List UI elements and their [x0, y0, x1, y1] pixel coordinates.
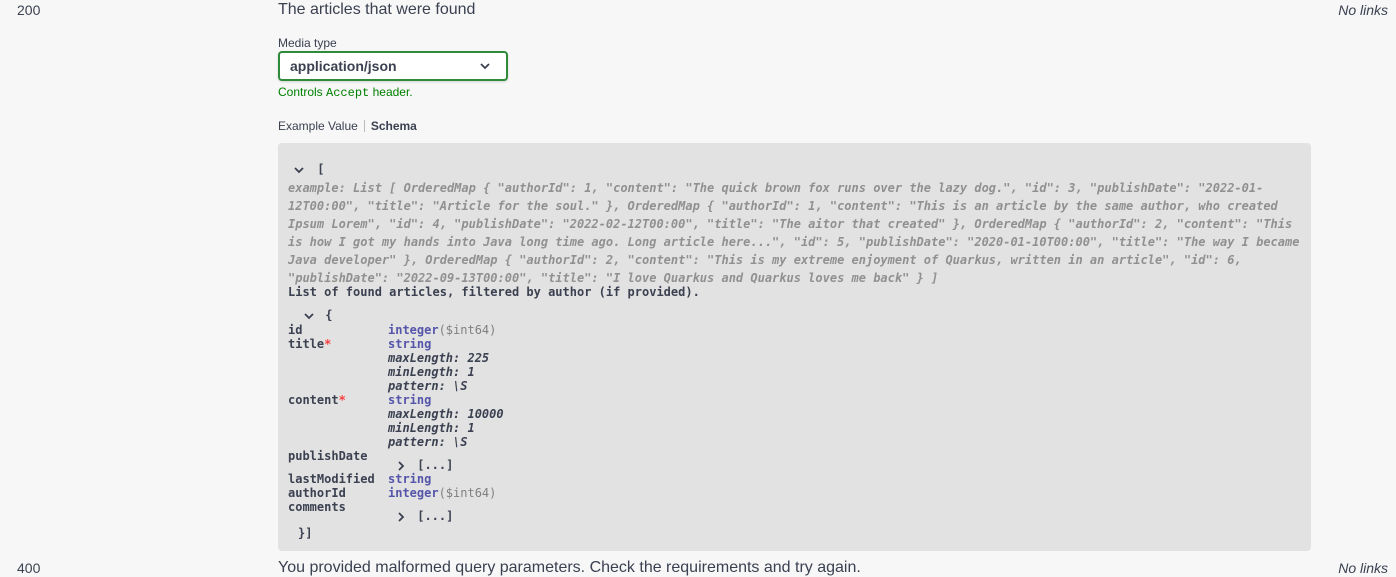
tab-schema[interactable]: Schema [371, 119, 417, 133]
constraint-maxlength: maxLength: 225 [388, 351, 490, 365]
media-type-value: application/json [290, 58, 397, 74]
constraint-maxlength: maxLength: 10000 [388, 407, 504, 421]
schema-example: example: List [ OrderedMap { "authorId":… [288, 179, 1303, 287]
chevron-right-icon [398, 511, 405, 522]
response-description-200: The articles that were found [278, 1, 476, 18]
controls-suffix: header. [372, 85, 413, 99]
property-title: title* [288, 337, 331, 351]
property-content: content* [288, 393, 346, 407]
type-label: integer [388, 323, 439, 337]
property-type-title: string [388, 337, 432, 351]
property-type-id: integer($int64) [388, 323, 496, 337]
type-format: ($int64) [438, 486, 497, 500]
response-code-400: 400 [17, 560, 41, 576]
required-mark: * [338, 393, 346, 407]
example-line: example: List [ OrderedMap { "authorId":… [288, 181, 1264, 195]
constraint-pattern: pattern: \S [388, 435, 468, 449]
example-line: 12T00:00", "title": "Article for the sou… [288, 199, 1278, 213]
chevron-down-icon [480, 63, 490, 70]
property-name-authorid: authorId [288, 486, 346, 500]
accept-header-code: Accept [326, 86, 370, 100]
response-links-200: No links [1338, 2, 1388, 18]
collapsed-placeholder: [...] [417, 458, 454, 472]
type-label: integer [388, 486, 439, 500]
property-name-comments: comments [288, 500, 346, 514]
publishdate-expand-toggle[interactable]: [...] [396, 458, 453, 472]
controls-prefix: Controls [278, 85, 323, 99]
property-name-publishdate: publishDate [288, 449, 368, 463]
media-type-select[interactable]: application/json [278, 51, 508, 81]
example-schema-tabs: Example Value Schema [278, 119, 417, 133]
property-type-content: string [388, 393, 432, 407]
example-line: Java developer" }, OrderedMap { "authorI… [288, 253, 1242, 267]
property-name-title: title [288, 337, 325, 351]
chevron-down-icon [304, 312, 314, 319]
property-type-lastmodified: string [388, 472, 432, 486]
array-open-bracket: [ [317, 162, 325, 176]
example-line: is how I got my hands into Java long tim… [288, 235, 1300, 249]
chevron-down-icon [294, 166, 304, 173]
tab-example-value[interactable]: Example Value [278, 119, 358, 133]
schema-model-box: [ example: List [ OrderedMap { "authorId… [278, 143, 1311, 551]
response-links-400: No links [1338, 560, 1388, 576]
property-name-content: content [288, 393, 339, 407]
example-line: Ipsum Lorem", "id": 4, "publishDate": "2… [288, 217, 1293, 231]
required-mark: * [324, 337, 332, 351]
array-toggle[interactable]: [ [294, 162, 324, 176]
response-code-200: 200 [17, 2, 41, 18]
property-name-lastmodified: lastModified [288, 472, 375, 486]
chevron-right-icon [398, 460, 405, 471]
response-description-400: You provided malformed query parameters.… [278, 559, 861, 576]
property-name-id: id [288, 323, 303, 337]
property-type-authorid: integer($int64) [388, 486, 496, 500]
constraint-minlength: minLength: 1 [388, 365, 475, 379]
collapsed-placeholder: [...] [417, 509, 454, 523]
object-array-close: }] [298, 526, 313, 540]
constraint-pattern: pattern: \S [388, 379, 468, 393]
object-open-brace: { [325, 308, 333, 322]
tab-divider [363, 120, 365, 132]
type-format: ($int64) [438, 323, 497, 337]
list-description: List of found articles, filtered by auth… [288, 285, 700, 299]
media-type-label: Media type [278, 36, 337, 50]
object-toggle[interactable]: { [304, 308, 332, 322]
controls-accept-note: Controls Accept header. [278, 85, 413, 100]
constraint-minlength: minLength: 1 [388, 421, 475, 435]
comments-expand-toggle[interactable]: [...] [396, 509, 453, 523]
